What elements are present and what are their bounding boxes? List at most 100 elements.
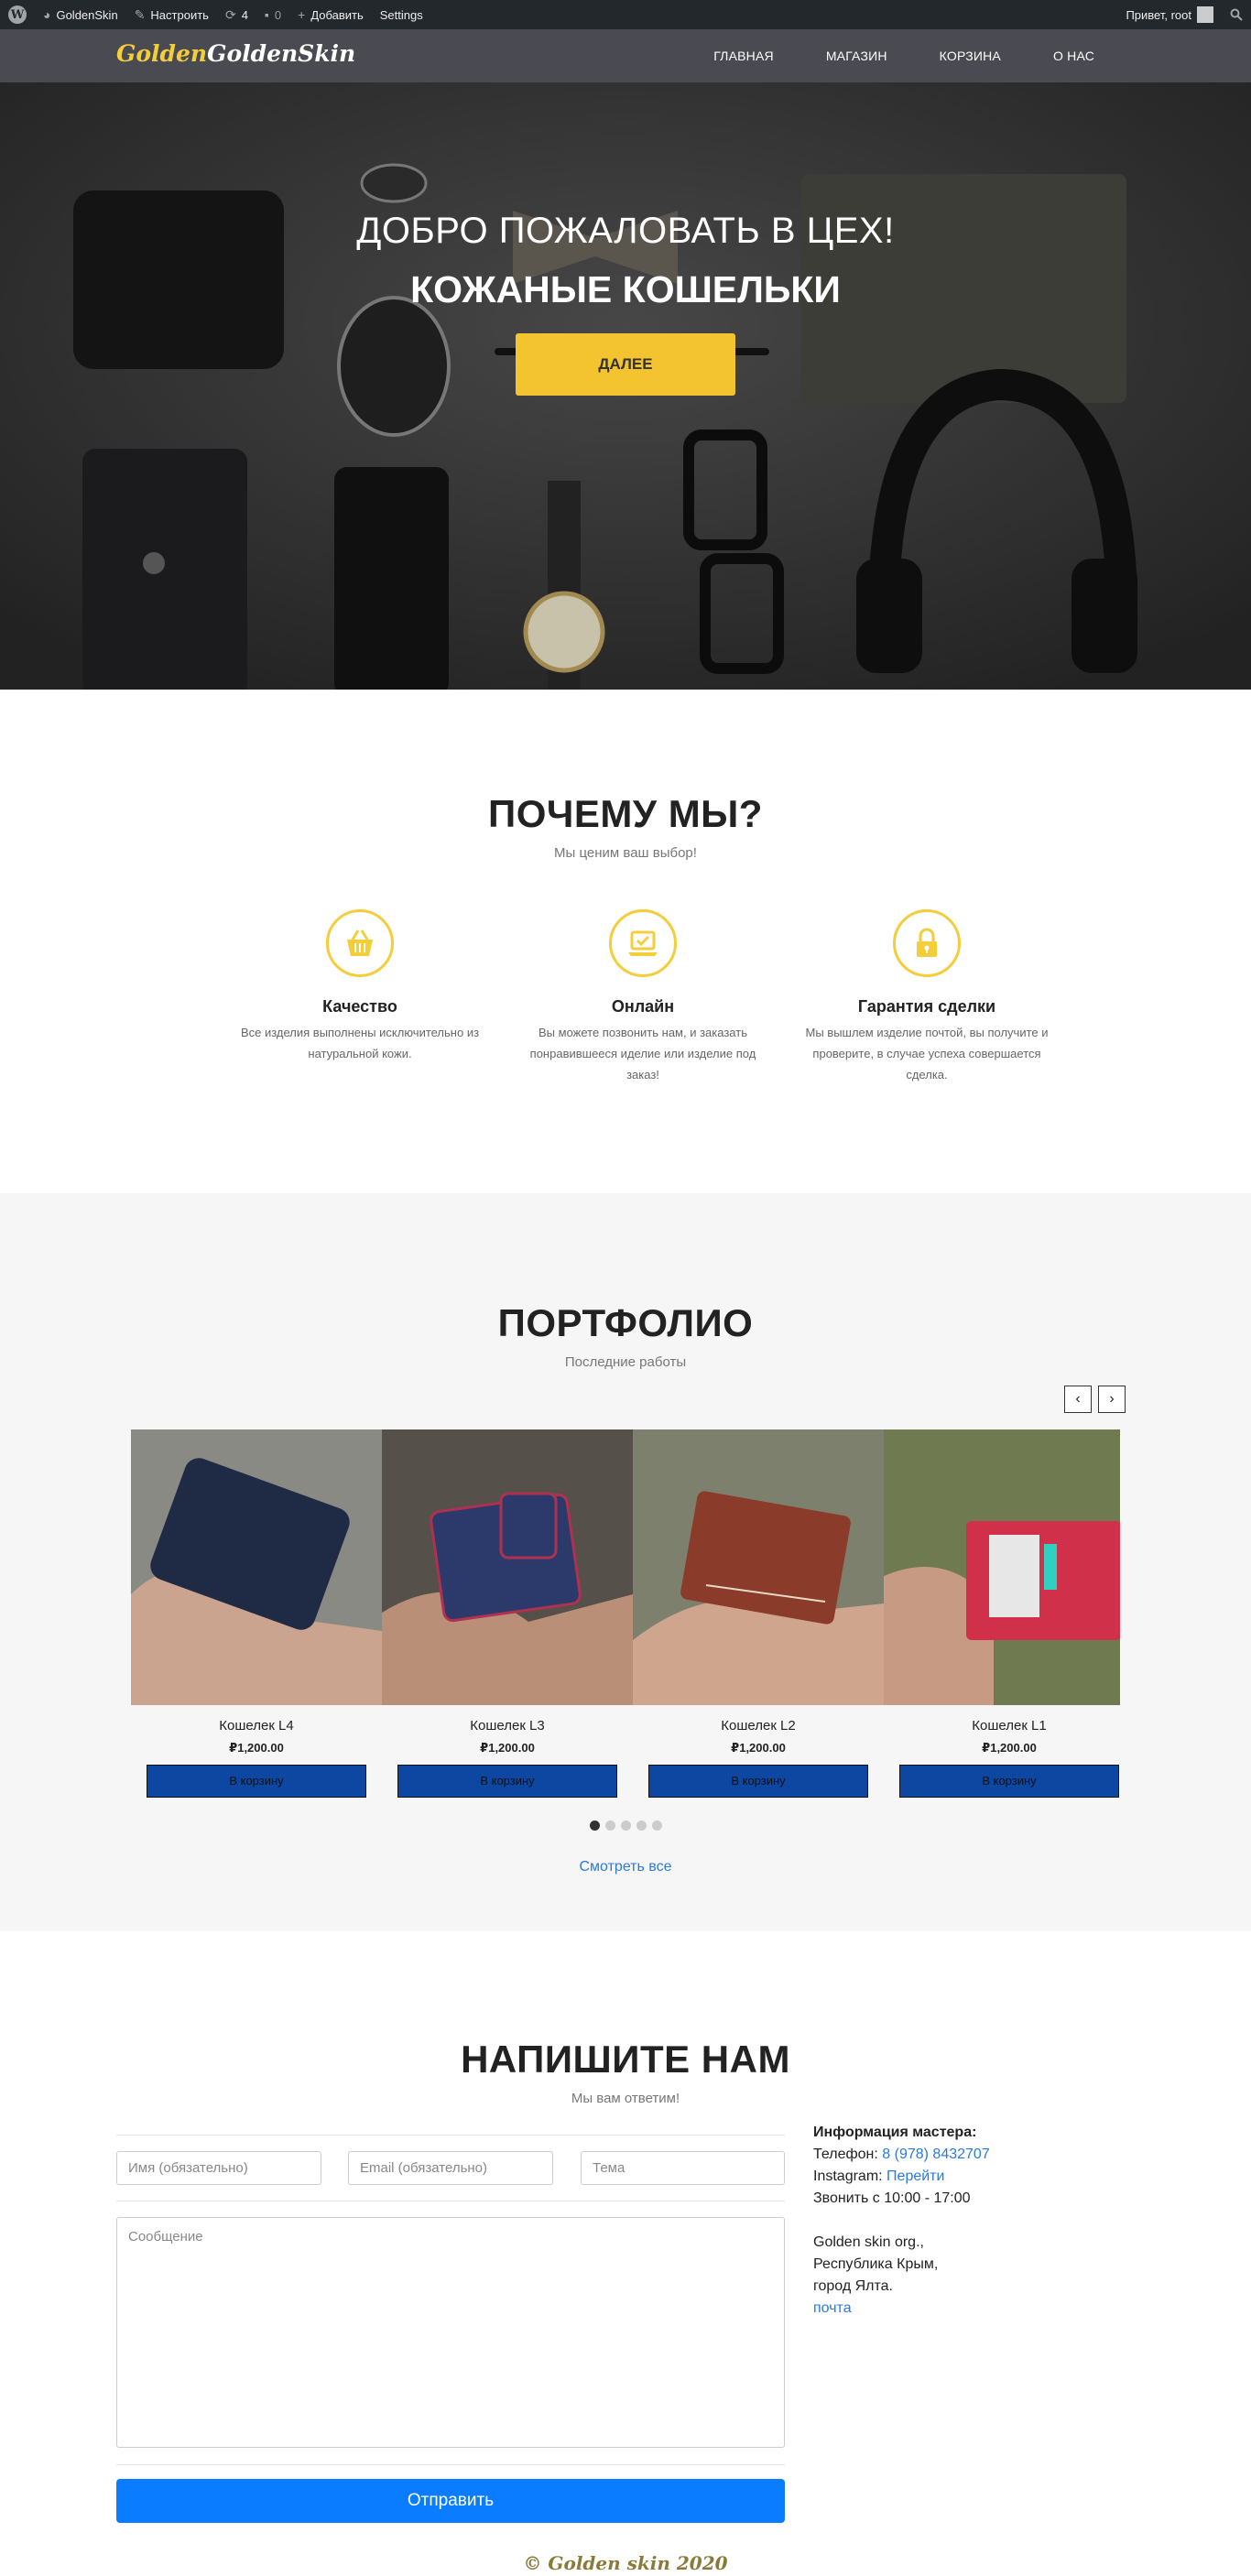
- instagram-label: Instagram:: [813, 2168, 883, 2184]
- nav-cart[interactable]: КОРЗИНА: [940, 49, 1001, 63]
- feature-text: Мы вышлем изделие почтой, вы получите и …: [805, 1026, 1049, 1081]
- hero-subtitle: ДОБРО ПОЖАЛОВАТЬ В ЦЕХ!: [356, 211, 895, 251]
- info-heading: Информация мастера:: [813, 2125, 977, 2140]
- admin-comments-link[interactable]: ▪ 0: [256, 0, 289, 29]
- hero-more-button[interactable]: ДАЛЕЕ: [516, 333, 735, 396]
- address-line: Golden skin org.,: [813, 2234, 924, 2250]
- product-card[interactable]: Кошелек L3 ₽1,200.00 В корзину: [382, 1429, 633, 1798]
- hero-content: ДОБРО ПОЖАЛОВАТЬ В ЦЕХ! КОЖАНЫЕ КОШЕЛЬКИ…: [0, 211, 1251, 396]
- hero-banner: ДОБРО ПОЖАЛОВАТЬ В ЦЕХ! КОЖАНЫЕ КОШЕЛЬКИ…: [0, 82, 1251, 690]
- carousel-next-button[interactable]: ›: [1098, 1386, 1126, 1413]
- lock-icon: [893, 909, 961, 977]
- email-field[interactable]: Email (обязательно): [348, 2151, 553, 2185]
- product-price: ₽1,200.00: [731, 1741, 786, 1755]
- carousel-pagination: [0, 1821, 1251, 1831]
- mail-link[interactable]: почта: [813, 2298, 990, 2320]
- admin-account-menu[interactable]: Привет, root: [1117, 0, 1222, 29]
- product-card[interactable]: Кошелек L4 ₽1,200.00 В корзину: [131, 1429, 382, 1798]
- admin-customize-link[interactable]: ✎ Настроить: [126, 0, 217, 29]
- logo-part-2: GoldenSkin: [207, 40, 356, 67]
- carousel-controls: ‹ ›: [1058, 1386, 1126, 1413]
- product-price: ₽1,200.00: [480, 1741, 535, 1755]
- product-name[interactable]: Кошелек L3: [382, 1718, 633, 1734]
- form-divider: [116, 2135, 785, 2136]
- form-divider: [116, 2464, 785, 2465]
- phone-label: Телефон:: [813, 2147, 878, 2162]
- admin-add-new-link[interactable]: + Добавить: [289, 0, 372, 29]
- feature-text: Вы можете позвонить нам, и заказать понр…: [529, 1026, 756, 1081]
- admin-site-link[interactable]: ◕ GoldenSkin: [35, 0, 126, 29]
- admin-settings-label: Settings: [379, 7, 423, 22]
- admin-settings-link[interactable]: Settings: [372, 0, 431, 29]
- chevron-left-icon: ‹: [1075, 1391, 1081, 1407]
- submit-button[interactable]: Отправить: [116, 2479, 785, 2523]
- feature-online: Онлайн Вы можете позвонить нам, и заказа…: [519, 909, 767, 1085]
- comment-icon: ▪: [264, 7, 269, 22]
- message-field[interactable]: Сообщение: [116, 2217, 785, 2448]
- product-image[interactable]: [633, 1429, 884, 1705]
- add-to-cart-button[interactable]: В корзину: [899, 1765, 1119, 1798]
- why-us-subtitle: Мы ценим ваш выбор!: [554, 845, 697, 861]
- product-price: ₽1,200.00: [229, 1741, 284, 1755]
- portfolio-title: ПОРТФОЛИО: [497, 1301, 754, 1344]
- carousel-dot[interactable]: [620, 1821, 631, 1831]
- feature-text: Все изделия выполнены исключительно из н…: [240, 1026, 480, 1060]
- portfolio-subtitle: Последние работы: [564, 1354, 687, 1370]
- product-name[interactable]: Кошелек L2: [633, 1718, 884, 1734]
- product-carousel: Кошелек L4 ₽1,200.00 В корзину Кошелек L…: [131, 1429, 1120, 1805]
- nav-home[interactable]: ГЛАВНАЯ: [713, 49, 774, 63]
- updates-icon: ⟳: [224, 6, 236, 22]
- carousel-dot[interactable]: [651, 1821, 662, 1831]
- hero-title: КОЖАНЫЕ КОШЕЛЬКИ: [410, 268, 841, 310]
- admin-greeting: Привет, root: [1126, 7, 1191, 22]
- product-card[interactable]: Кошелек L2 ₽1,200.00 В корзину: [633, 1429, 884, 1798]
- admin-add-new-label: Добавить: [310, 7, 364, 22]
- plus-icon: +: [298, 7, 306, 22]
- wordpress-icon: W: [8, 5, 27, 24]
- basket-icon: [326, 909, 394, 977]
- search-icon: [1230, 8, 1243, 21]
- subject-field[interactable]: Тема: [581, 2151, 785, 2185]
- admin-site-name: GoldenSkin: [56, 7, 118, 22]
- brush-icon: ✎: [134, 6, 146, 22]
- admin-updates-link[interactable]: ⟳ 4: [217, 0, 256, 29]
- footer-copyright: © Golden skin 2020: [523, 2552, 728, 2574]
- feature-title: Онлайн: [611, 997, 675, 1016]
- product-name[interactable]: Кошелек L1: [884, 1718, 1120, 1734]
- add-to-cart-button[interactable]: В корзину: [648, 1765, 868, 1798]
- product-price: ₽1,200.00: [982, 1741, 1037, 1755]
- admin-bar: W ◕ GoldenSkin ✎ Настроить ⟳ 4 ▪ 0 + Добавить…: [0, 0, 1251, 29]
- product-image[interactable]: [131, 1429, 382, 1705]
- master-info: Информация мастера: Телефон: 8 (978) 843…: [813, 2122, 990, 2320]
- nav-shop[interactable]: МАГАЗИН: [826, 49, 887, 63]
- site-logo[interactable]: GoldenGoldenSkin: [116, 40, 355, 67]
- nav-about[interactable]: О НАС: [1053, 49, 1094, 63]
- instagram-link[interactable]: Перейти: [887, 2168, 944, 2184]
- feature-title: Качество: [322, 997, 397, 1016]
- portfolio-section: ПОРТФОЛИО Последние работы ‹ › Кошелек L…: [0, 1193, 1251, 1931]
- site-navbar: GoldenGoldenSkin ГЛАВНАЯ МАГАЗИН КОРЗИНА…: [0, 29, 1251, 82]
- dashboard-icon: ◕: [43, 7, 51, 22]
- name-field[interactable]: Имя (обязательно): [116, 2151, 321, 2185]
- add-to-cart-button[interactable]: В корзину: [397, 1765, 617, 1798]
- product-card[interactable]: Кошелек L1 ₽1,200.00 В корзину: [884, 1429, 1120, 1798]
- product-image[interactable]: [884, 1429, 1120, 1705]
- why-us-title: ПОЧЕМУ МЫ?: [488, 792, 763, 835]
- carousel-dot[interactable]: [604, 1821, 615, 1831]
- phone-link[interactable]: 8 (978) 8432707: [882, 2147, 989, 2162]
- wp-logo-menu[interactable]: W: [0, 0, 35, 29]
- admin-customize-label: Настроить: [150, 7, 209, 22]
- product-image[interactable]: [382, 1429, 633, 1705]
- admin-search-button[interactable]: [1222, 0, 1251, 29]
- feature-title: Гарантия сделки: [857, 997, 996, 1016]
- chevron-right-icon: ›: [1109, 1391, 1115, 1407]
- product-name[interactable]: Кошелек L4: [131, 1718, 382, 1734]
- carousel-dot[interactable]: [589, 1821, 600, 1831]
- feature-quality: Качество Все изделия выполнены исключите…: [236, 909, 484, 1064]
- address-line: Республика Крым,: [813, 2256, 939, 2272]
- carousel-prev-button[interactable]: ‹: [1064, 1386, 1092, 1413]
- call-hours: Звонить с 10:00 - 17:00: [813, 2190, 971, 2206]
- add-to-cart-button[interactable]: В корзину: [147, 1765, 366, 1798]
- carousel-dot[interactable]: [636, 1821, 647, 1831]
- see-all-link[interactable]: Смотреть все: [0, 1859, 1251, 1875]
